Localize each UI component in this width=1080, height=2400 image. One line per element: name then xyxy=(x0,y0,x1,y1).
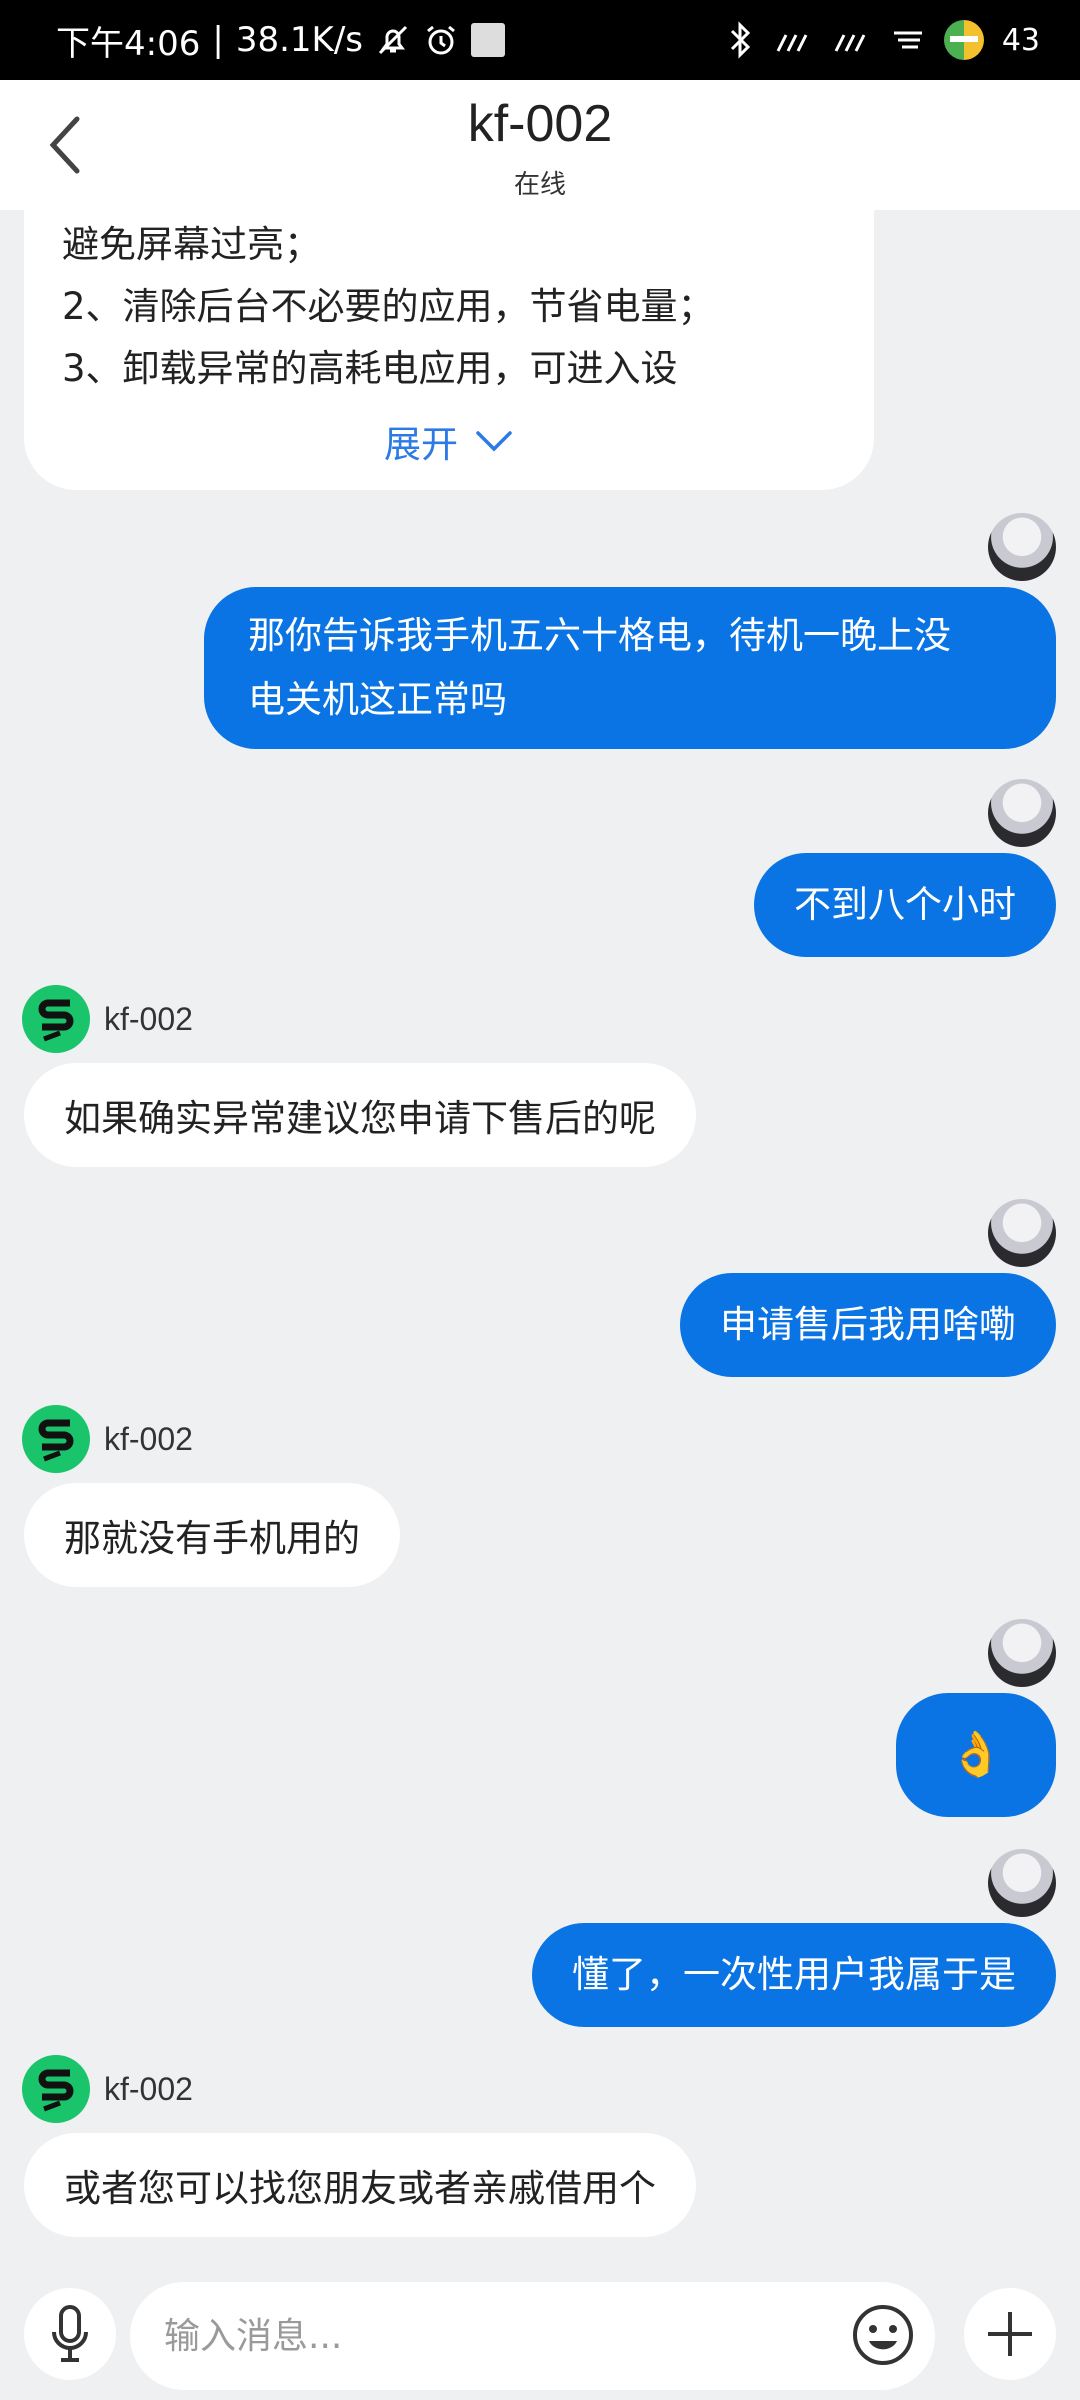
message-text: 那就没有手机用的 xyxy=(64,1517,360,1560)
message-text: 或者您可以找您朋友或者亲戚借用个 xyxy=(64,2167,656,2210)
input-bar xyxy=(0,2270,1080,2400)
microphone-icon xyxy=(52,2305,88,2362)
agent-card-message: 避免屏幕过亮； 2、清除后台不必要的应用，节省电量； 3、卸载异常的高耗电应用，… xyxy=(24,210,874,490)
signal-icon xyxy=(774,25,814,55)
avatar[interactable] xyxy=(988,1199,1056,1267)
status-left: 下午4:06 | 38.1K/s xyxy=(56,16,505,65)
status-time: 下午4:06 xyxy=(56,23,201,64)
agent-name: kf-002 xyxy=(104,1420,193,1457)
expand-button[interactable]: 展开 xyxy=(24,414,874,468)
card-line: 避免屏幕过亮； xyxy=(62,223,321,266)
agent-logo-icon[interactable] xyxy=(22,2055,90,2123)
image-icon xyxy=(471,23,505,57)
more-button[interactable] xyxy=(964,2288,1056,2380)
message-text: 懂了，一次性用户我属于是 xyxy=(572,1953,1016,1996)
message-text: 申请售后我用啥嘞 xyxy=(720,1303,1016,1346)
status-net-speed: 38.1K/s xyxy=(235,20,363,60)
agent-message-bubble[interactable]: 如果确实异常建议您申请下售后的呢 xyxy=(24,1063,696,1167)
user-message-bubble[interactable]: 👌 xyxy=(896,1693,1056,1817)
message-text: 电关机这正常吗 xyxy=(248,678,507,721)
mute-bell-icon xyxy=(375,22,411,58)
chat-title: kf-002 xyxy=(467,95,613,153)
emoji-icon xyxy=(853,2305,913,2365)
user-message-bubble[interactable]: 不到八个小时 xyxy=(754,853,1056,957)
user-message-bubble[interactable]: 申请售后我用啥嘞 xyxy=(680,1273,1056,1377)
bluetooth-icon xyxy=(724,21,756,59)
voice-button[interactable] xyxy=(24,2288,116,2380)
chat-header: kf-002 在线 xyxy=(0,80,1080,210)
message-text: 如果确实异常建议您申请下售后的呢 xyxy=(64,1097,656,1140)
avatar[interactable] xyxy=(988,1619,1056,1687)
agent-logo-icon[interactable] xyxy=(22,985,90,1053)
card-line: 3、卸载异常的高耗电应用，可进入设 xyxy=(62,347,678,390)
message-text: 那你告诉我手机五六十格电，待机一晚上没 xyxy=(248,614,951,657)
status-right: 43 xyxy=(724,20,1040,60)
agent-message-bubble[interactable]: 那就没有手机用的 xyxy=(24,1483,400,1587)
status-bar: 下午4:06 | 38.1K/s 43 xyxy=(0,0,1080,80)
chevron-down-icon xyxy=(476,431,512,452)
agent-header: kf-002 xyxy=(22,2055,193,2123)
alarm-icon xyxy=(423,22,459,58)
expand-label: 展开 xyxy=(384,423,458,466)
avatar[interactable] xyxy=(988,779,1056,847)
battery-icon xyxy=(943,20,984,60)
agent-header: kf-002 xyxy=(22,985,193,1053)
chat-messages[interactable]: 避免屏幕过亮； 2、清除后台不必要的应用，节省电量； 3、卸载异常的高耗电应用，… xyxy=(0,210,1080,2270)
signal-icon xyxy=(832,25,872,55)
avatar[interactable] xyxy=(988,1849,1056,1917)
message-input[interactable] xyxy=(130,2282,935,2390)
ok-hand-emoji: 👌 xyxy=(948,1729,1004,1780)
agent-name: kf-002 xyxy=(104,2070,193,2107)
agent-name: kf-002 xyxy=(104,1000,193,1037)
online-status: 在线 xyxy=(513,170,566,200)
agent-message-bubble[interactable]: 或者您可以找您朋友或者亲戚借用个 xyxy=(24,2133,696,2237)
user-message-bubble[interactable]: 那你告诉我手机五六十格电，待机一晚上没 电关机这正常吗 xyxy=(204,587,1056,749)
agent-header: kf-002 xyxy=(22,1405,193,1473)
user-message-bubble[interactable]: 懂了，一次性用户我属于是 xyxy=(532,1923,1056,2027)
battery-level: 43 xyxy=(1001,22,1040,58)
agent-logo-icon[interactable] xyxy=(22,1405,90,1473)
status-separator: | xyxy=(212,20,224,60)
plus-icon xyxy=(988,2312,1032,2356)
card-line: 2、清除后台不必要的应用，节省电量； xyxy=(62,285,715,328)
avatar[interactable] xyxy=(988,513,1056,581)
wifi-icon xyxy=(890,25,926,55)
message-text: 不到八个小时 xyxy=(794,883,1016,926)
emoji-button[interactable] xyxy=(848,2300,918,2370)
